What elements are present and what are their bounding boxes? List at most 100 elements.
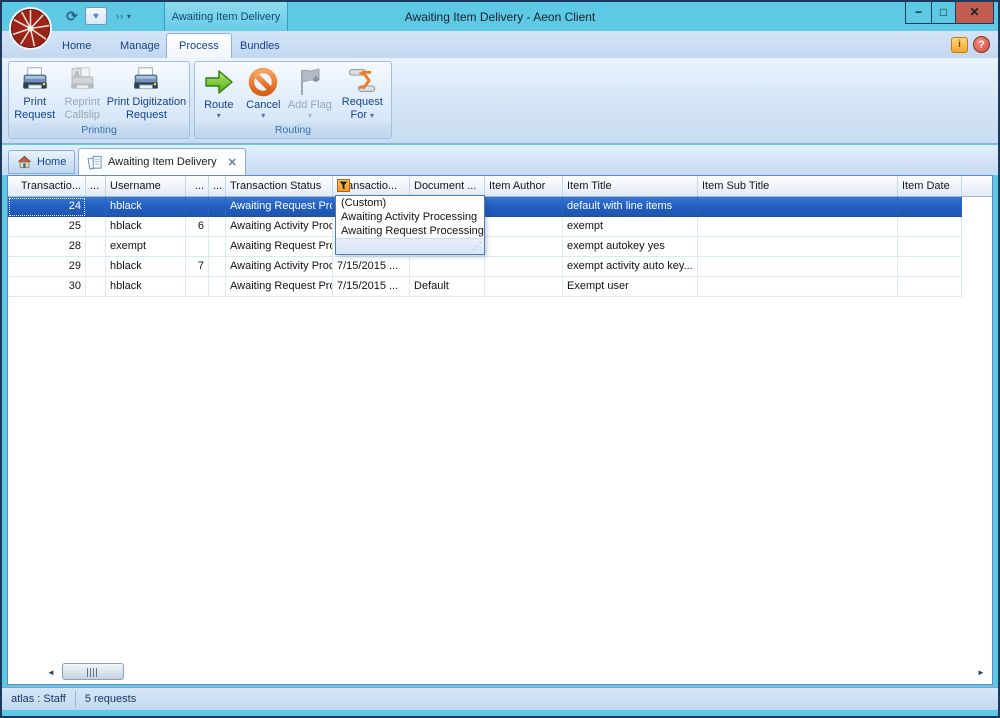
cell[interactable] (209, 237, 226, 257)
cell-transaction-number[interactable]: 24 (8, 197, 86, 217)
cell[interactable] (209, 217, 226, 237)
cell-transaction-date[interactable]: 7/15/2015 ... (333, 257, 410, 277)
column-header-transaction-number[interactable]: Transactio... (8, 176, 86, 196)
ribbon-tab-process[interactable]: Process (166, 33, 232, 58)
cell[interactable] (186, 277, 209, 297)
doc-tab-home[interactable]: Home (8, 150, 75, 174)
column-header-item-sub-title[interactable]: Item Sub Title (698, 176, 898, 196)
column-filter-icon[interactable] (337, 179, 350, 192)
ribbon-tab-manage[interactable]: Manage (108, 33, 172, 58)
cell-username[interactable]: hblack (106, 257, 186, 277)
qat-overflow-icon[interactable]: ›› (116, 11, 124, 21)
cell-item-author[interactable] (485, 217, 563, 237)
cell-transaction-number[interactable]: 30 (8, 277, 86, 297)
cell-document[interactable] (410, 257, 485, 277)
aeon-logo-icon[interactable] (8, 6, 53, 51)
cell-item-sub-title[interactable] (698, 277, 898, 297)
cell-item-date[interactable] (898, 217, 962, 237)
favorites-icon[interactable]: ♥ (85, 7, 107, 25)
cell-document[interactable]: Default (410, 277, 485, 297)
cell-item-date[interactable] (898, 237, 962, 257)
reprint-callslip-button[interactable]: A Reprint Callslip (59, 63, 104, 122)
minimize-button[interactable]: − (905, 1, 932, 24)
column-header-document[interactable]: Document ... (410, 176, 485, 196)
cell[interactable]: 7 (186, 257, 209, 277)
table-row[interactable]: 30 hblack Awaiting Request Proc... 7/15/… (8, 277, 962, 297)
cell[interactable] (186, 237, 209, 257)
cell-transaction-status[interactable]: Awaiting Request Proc... (226, 197, 333, 217)
print-request-button[interactable]: Print Request (10, 63, 59, 122)
request-for-button[interactable]: Request For ▾ (335, 63, 390, 122)
cell-username[interactable]: hblack (106, 197, 186, 217)
cell-username[interactable]: hblack (106, 277, 186, 297)
cell-item-title[interactable]: default with line items (563, 197, 698, 217)
cell[interactable] (186, 197, 209, 217)
doc-tab-awaiting-item-delivery[interactable]: Awaiting Item Delivery ✕ (78, 148, 246, 175)
cell[interactable] (86, 217, 106, 237)
filter-option-awaiting-request-processing[interactable]: Awaiting Request Processing (336, 224, 484, 238)
cell-transaction-status[interactable]: Awaiting Activity Proce... (226, 257, 333, 277)
filter-option-custom[interactable]: (Custom) (336, 196, 484, 210)
ribbon-tab-home[interactable]: Home (50, 33, 103, 58)
ribbon-tab-bundles[interactable]: Bundles (228, 33, 292, 58)
help-icon[interactable]: ? (973, 36, 990, 53)
cell-item-author[interactable] (485, 277, 563, 297)
column-header-item-author[interactable]: Item Author (485, 176, 563, 196)
cell[interactable] (86, 277, 106, 297)
cell-item-sub-title[interactable] (698, 257, 898, 277)
cell[interactable] (86, 237, 106, 257)
maximize-button[interactable]: □ (931, 1, 956, 24)
scroll-left-icon[interactable]: ◄ (44, 665, 58, 679)
table-row[interactable]: 24 hblack Awaiting Request Proc... defau… (8, 197, 962, 217)
cell-transaction-number[interactable]: 29 (8, 257, 86, 277)
scroll-right-icon[interactable]: ► (974, 665, 988, 679)
cell-username[interactable]: exempt (106, 237, 186, 257)
cell[interactable] (86, 197, 106, 217)
cancel-button[interactable]: Cancel ▾ (242, 63, 286, 122)
cell-item-author[interactable] (485, 197, 563, 217)
close-button[interactable]: ✕ (955, 1, 994, 24)
cell-transaction-status[interactable]: Awaiting Request Proc... (226, 237, 333, 257)
horizontal-scrollbar[interactable]: ◄ ► (44, 663, 988, 681)
cell-item-sub-title[interactable] (698, 217, 898, 237)
cell-item-sub-title[interactable] (698, 237, 898, 257)
tab-close-icon[interactable]: ✕ (228, 156, 237, 169)
cell[interactable] (209, 257, 226, 277)
cell-transaction-status[interactable]: Awaiting Activity Proce... (226, 217, 333, 237)
add-flag-button[interactable]: Add Flag ▾ (285, 63, 334, 122)
cell-item-author[interactable] (485, 257, 563, 277)
column-header-username[interactable]: Username (106, 176, 186, 196)
route-button[interactable]: Route ▾ (196, 63, 242, 122)
table-row[interactable]: 28 exempt Awaiting Request Proc... exemp… (8, 237, 962, 257)
cell[interactable] (86, 257, 106, 277)
cell-item-title[interactable]: exempt autokey yes (563, 237, 698, 257)
cell-transaction-number[interactable]: 25 (8, 217, 86, 237)
column-header-3[interactable]: ... (186, 176, 209, 196)
cell[interactable]: 6 (186, 217, 209, 237)
resize-grip-icon[interactable]: ⋰ (472, 240, 482, 254)
column-header-item-date[interactable]: Item Date (898, 176, 962, 196)
info-icon[interactable]: i (951, 37, 968, 53)
column-header-4[interactable]: ... (209, 176, 226, 196)
cell[interactable] (209, 197, 226, 217)
print-digitization-request-button[interactable]: Print Digitization Request (105, 63, 188, 122)
cell-item-author[interactable] (485, 237, 563, 257)
cell-item-title[interactable]: exempt activity auto key... (563, 257, 698, 277)
cell-item-title[interactable]: exempt (563, 217, 698, 237)
cell-item-sub-title[interactable] (698, 197, 898, 217)
cell-item-title[interactable]: Exempt user (563, 277, 698, 297)
table-row[interactable]: 29 hblack 7 Awaiting Activity Proce... 7… (8, 257, 962, 277)
qat-customize-arrow-icon[interactable]: ▾ (127, 12, 131, 21)
table-row[interactable]: 25 hblack 6 Awaiting Activity Proce... e… (8, 217, 962, 237)
cell-item-date[interactable] (898, 197, 962, 217)
scrollbar-thumb[interactable] (62, 663, 124, 680)
column-header-item-title[interactable]: Item Title (563, 176, 698, 196)
refresh-icon[interactable]: ⟳ (62, 7, 82, 25)
cell[interactable] (209, 277, 226, 297)
cell-item-date[interactable] (898, 277, 962, 297)
cell-item-date[interactable] (898, 257, 962, 277)
column-header-transaction-status[interactable]: Transaction Status (226, 176, 333, 196)
cell-transaction-number[interactable]: 28 (8, 237, 86, 257)
column-header-1[interactable]: ... (86, 176, 106, 196)
cell-transaction-status[interactable]: Awaiting Request Proc... (226, 277, 333, 297)
